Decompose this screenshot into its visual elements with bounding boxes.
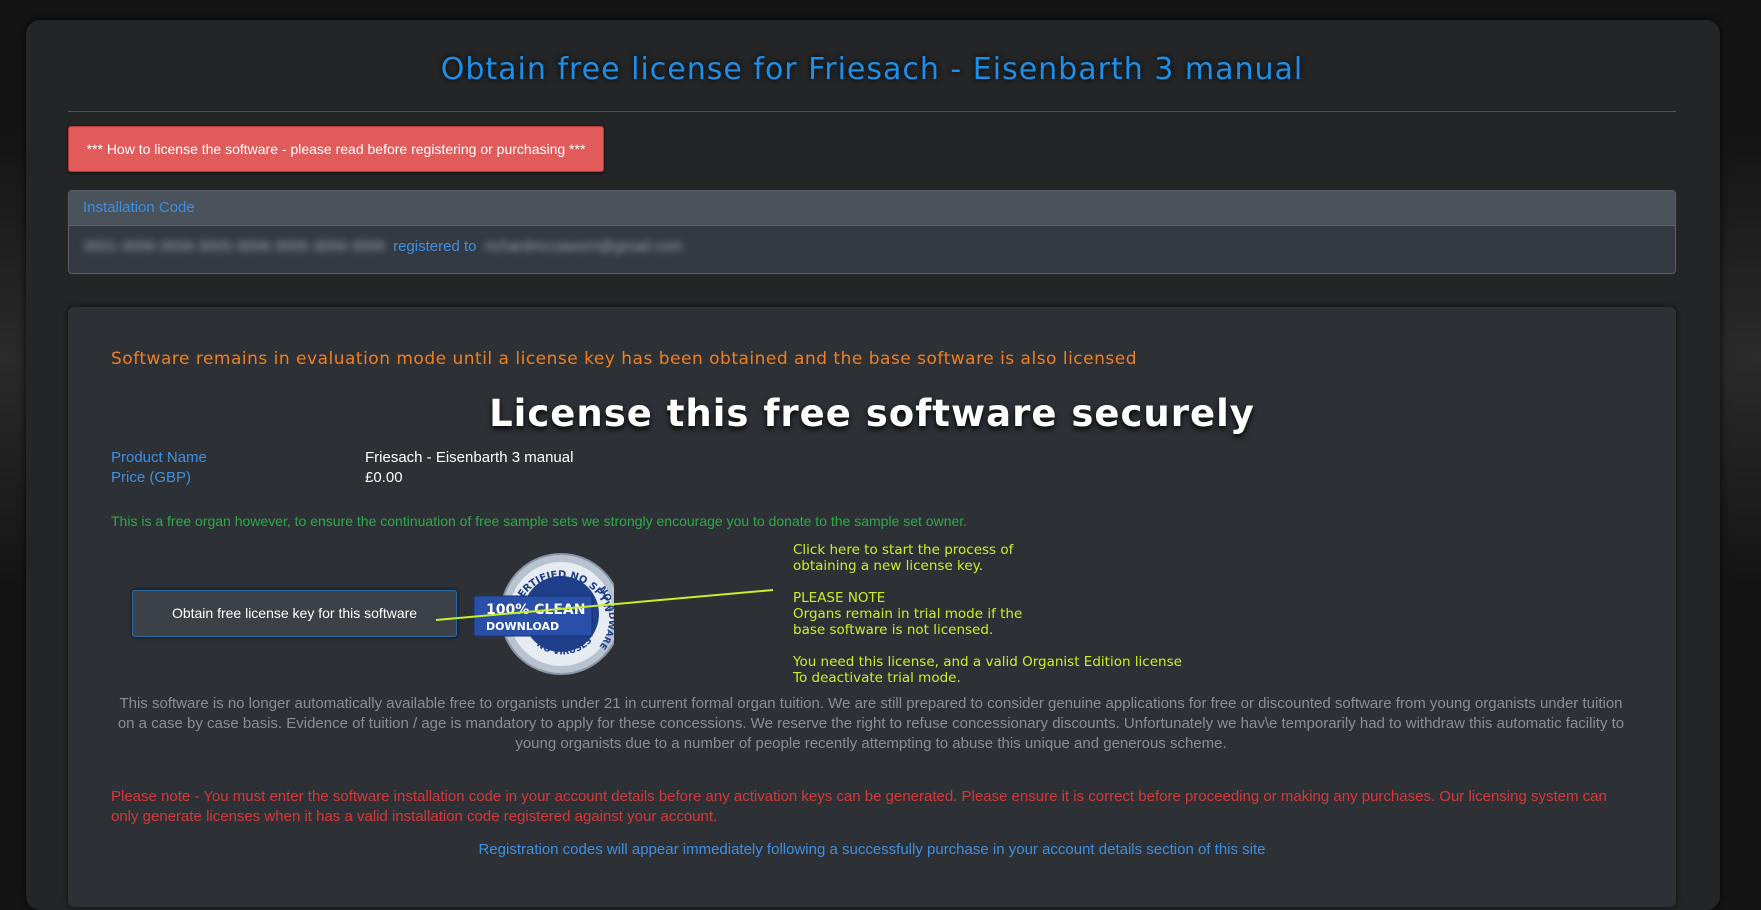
installation-code-body: 3001-3006-3556-3005-3006-3005-3006-3006 … <box>69 226 1675 267</box>
callout-line-2: obtaining a new license key. <box>793 558 984 574</box>
donate-notice: This is a free organ however, to ensure … <box>111 513 968 529</box>
installation-code-heading: Installation Code <box>69 191 1675 226</box>
callout-pointer-line <box>435 589 774 621</box>
callout-line-1: Click here to start the process of <box>793 542 1014 558</box>
callout-line-7: To deactivate trial mode. <box>793 670 961 686</box>
title-divider <box>68 111 1676 112</box>
product-name-label: Product Name <box>111 449 207 466</box>
product-name-value: Friesach - Eisenbarth 3 manual <box>365 449 574 466</box>
registered-to-label: registered to <box>393 238 477 255</box>
page-title: Obtain free license for Friesach - Eisen… <box>440 52 1304 87</box>
obtain-license-button[interactable]: Obtain free license key for this softwar… <box>132 590 457 637</box>
callout-line-5: base software is not licensed. <box>793 622 994 638</box>
registered-email: richardmccaworn@gmail.com <box>484 238 683 255</box>
price-value: £0.00 <box>365 469 403 486</box>
callout-line-6: You need this license, and a valid Organ… <box>793 654 1182 670</box>
callout-please-note: PLEASE NOTE <box>793 590 886 606</box>
registration-codes-notice: Registration codes will appear immediate… <box>478 841 1266 858</box>
installation-code-value: 3001-3006-3556-3005-3006-3005-3006-3006 <box>83 238 385 255</box>
evaluation-warning: Software remains in evaluation mode unti… <box>111 349 1137 369</box>
license-heading: License this free software securely <box>489 392 1255 435</box>
price-label: Price (GBP) <box>111 469 192 486</box>
concession-policy-text: This software is no longer automatically… <box>117 695 1625 752</box>
how-to-license-button[interactable]: *** How to license the software - please… <box>68 126 604 172</box>
callout-line-4: Organs remain in trial mode if the <box>793 606 1023 622</box>
installation-code-panel: Installation Code 3001-3006-3556-3005-30… <box>68 190 1676 274</box>
installation-code-notice: Please note - You must enter the softwar… <box>111 788 1607 825</box>
